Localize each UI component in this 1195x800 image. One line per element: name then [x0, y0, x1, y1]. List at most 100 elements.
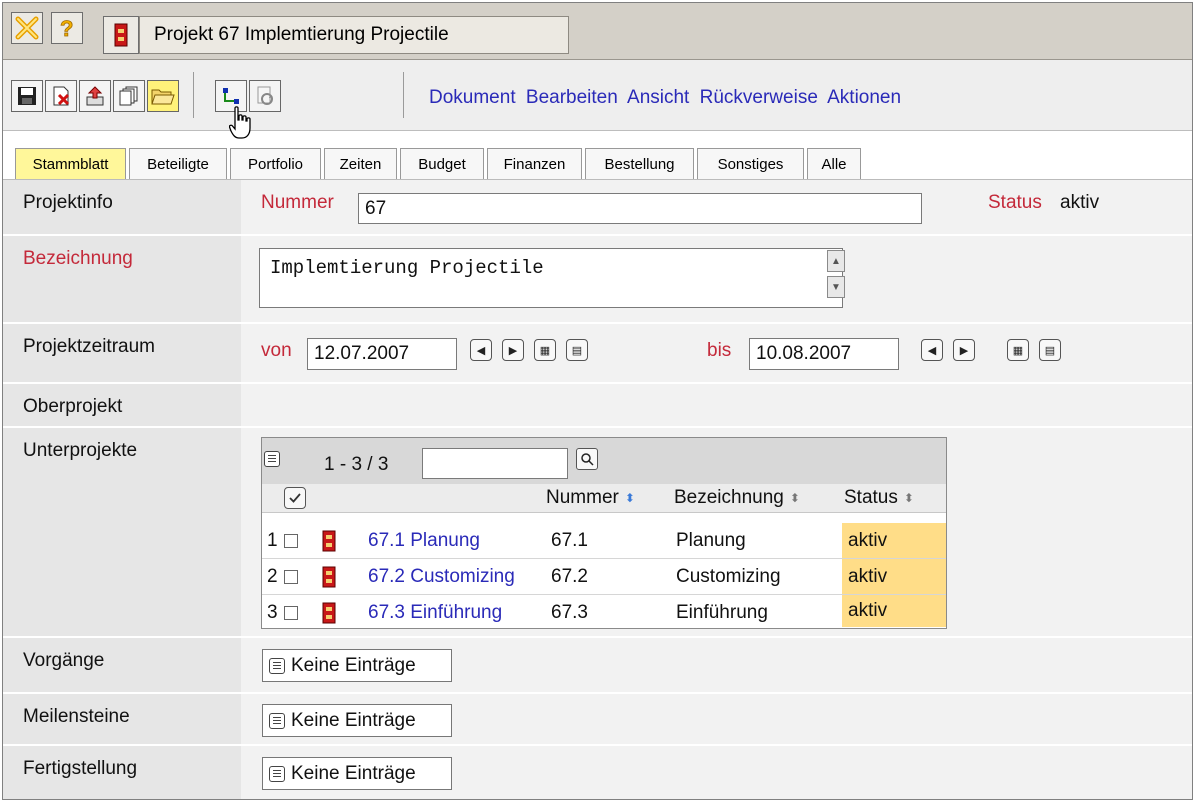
menu-rueckverweise[interactable]: Rückverweise [700, 87, 818, 108]
menu-dokument[interactable]: Dokument [429, 87, 516, 108]
export-icon[interactable] [79, 80, 111, 112]
tab-finanzen[interactable]: Finanzen [487, 148, 582, 179]
vorgaenge-empty-label: Keine Einträge [291, 654, 416, 676]
list-icon [269, 712, 285, 729]
search-icon[interactable] [576, 448, 598, 470]
tab-beteiligte[interactable]: Beteiligte [129, 148, 227, 179]
project-folder-icon [322, 595, 336, 630]
sort-icon[interactable]: ⬍ [623, 491, 637, 505]
bis-next-icon[interactable]: ▶ [953, 339, 975, 361]
tab-budget[interactable]: Budget [400, 148, 484, 179]
von-next-icon[interactable]: ▶ [502, 339, 524, 361]
scroll-down-icon[interactable]: ▼ [827, 276, 845, 298]
list-icon [269, 765, 285, 782]
row-oberprojekt: Oberprojekt [3, 384, 1192, 428]
menu-bearbeiten[interactable]: Bearbeiten [526, 87, 618, 108]
sort-icon[interactable]: ⬍ [788, 491, 802, 505]
textarea-scrollbar[interactable]: ▲ ▼ [827, 250, 845, 298]
label-oberprojekt: Oberprojekt [3, 384, 241, 426]
row-checkbox[interactable] [284, 523, 298, 558]
window-title: Projekt 67 Implemtierung Projectile [154, 24, 449, 45]
copy-icon[interactable] [113, 80, 145, 112]
toolbar: Dokument Bearbeiten Ansicht Rückverweise… [3, 60, 1192, 131]
tab-zeiten[interactable]: Zeiten [324, 148, 397, 179]
table-header-row: Nummer ⬍ Bezeichnung ⬍ Status ⬍ [262, 484, 946, 513]
tab-bestellung[interactable]: Bestellung [585, 148, 694, 179]
cell-bezeichnung: Einführung [676, 601, 768, 623]
tab-stammblatt[interactable]: Stammblatt [15, 148, 126, 179]
open-folder-icon[interactable] [147, 80, 179, 112]
cell-nummer: 67.1 [551, 529, 588, 551]
select-all-checkbox-icon[interactable] [284, 487, 306, 509]
scroll-up-icon[interactable]: ▲ [827, 250, 845, 272]
subproject-link[interactable]: 67.2 Customizing [368, 559, 515, 594]
fertigstellung-empty-button[interactable]: Keine Einträge [262, 757, 452, 790]
subproject-link[interactable]: 67.1 Planung [368, 523, 480, 558]
title-bar: ? Projekt 67 Implemtierung Projectile [3, 3, 1192, 60]
label-unterprojekte: Unterprojekte [3, 428, 241, 636]
save-icon[interactable] [11, 80, 43, 112]
table-row: 1 67.1 Planung 67.1 Planung aktiv [262, 523, 946, 559]
col-header-bezeichnung[interactable]: Bezeichnung ⬍ [674, 484, 802, 512]
row-projektzeitraum: Projektzeitraum von 12.07.2007 ◀ ▶ ▦ ▤ b… [3, 324, 1192, 384]
bis-calendar-icon[interactable]: ▦ [1007, 339, 1029, 361]
label-vorgaenge: Vorgänge [3, 638, 241, 692]
project-folder-icon [322, 523, 336, 558]
von-date-input[interactable]: 12.07.2007 [307, 338, 457, 370]
table-filter-input[interactable] [422, 448, 568, 479]
help-icon[interactable]: ? [51, 12, 83, 44]
label-bis: bis [707, 340, 732, 361]
window-title-box: Projekt 67 Implemtierung Projectile [139, 16, 569, 54]
col-header-status[interactable]: Status ⬍ [844, 484, 916, 512]
row-meilensteine: Meilensteine [3, 694, 1192, 746]
label-fertigstellung: Fertigstellung [3, 746, 241, 799]
vorgaenge-empty-button[interactable]: Keine Einträge [262, 649, 452, 682]
meilensteine-empty-label: Keine Einträge [291, 709, 416, 731]
von-calendar-alt-icon[interactable]: ▤ [566, 339, 588, 361]
col-header-nummer[interactable]: Nummer ⬍ [546, 484, 637, 512]
tab-portfolio[interactable]: Portfolio [230, 148, 321, 179]
meilensteine-empty-button[interactable]: Keine Einträge [262, 704, 452, 737]
close-icon[interactable] [11, 12, 43, 44]
bis-calendar-alt-icon[interactable]: ▤ [1039, 339, 1061, 361]
von-calendar-icon[interactable]: ▦ [534, 339, 556, 361]
col-header-nummer-label: Nummer [546, 487, 619, 508]
row-projektinfo: Projektinfo Nummer 67 Status aktiv [3, 180, 1192, 236]
pagination-range: 1 - 3 / 3 [324, 454, 389, 475]
cell-nummer: 67.3 [551, 601, 588, 623]
bezeichnung-textarea[interactable]: Implemtierung Projectile [259, 248, 843, 308]
bis-date-input[interactable]: 10.08.2007 [749, 338, 899, 370]
tab-sonstiges[interactable]: Sonstiges [697, 148, 804, 179]
value-bezeichnung: Implemtierung Projectile ▲ ▼ [241, 236, 1192, 322]
toolbar-separator [403, 72, 404, 118]
value-oberprojekt [241, 384, 1192, 426]
project-folder-icon [103, 16, 139, 54]
label-meilensteine: Meilensteine [3, 694, 241, 744]
label-nummer: Nummer [261, 192, 334, 213]
row-checkbox[interactable] [284, 559, 298, 594]
status-value: aktiv [1060, 192, 1100, 213]
cell-bezeichnung: Planung [676, 529, 746, 551]
tab-bar: Stammblatt Beteiligte Portfolio Zeiten B… [3, 131, 1192, 180]
menu-aktionen[interactable]: Aktionen [827, 87, 901, 108]
table-row: 2 67.2 Customizing 67.2 Customizing akti… [262, 559, 946, 595]
list-icon[interactable] [264, 451, 280, 467]
von-prev-icon[interactable]: ◀ [470, 339, 492, 361]
menu-ansicht[interactable]: Ansicht [627, 87, 689, 108]
toolbar-separator [193, 72, 194, 118]
col-header-bezeichnung-label: Bezeichnung [674, 487, 784, 508]
cell-status: aktiv [842, 523, 946, 558]
bis-prev-icon[interactable]: ◀ [921, 339, 943, 361]
nummer-input[interactable]: 67 [358, 193, 922, 224]
row-index: 1 [267, 529, 278, 551]
subproject-link[interactable]: 67.3 Einführung [368, 595, 502, 630]
application-window: ? Projekt 67 Implemtierung Projectile Do… [2, 2, 1193, 800]
row-bezeichnung: Bezeichnung Implemtierung Projectile ▲ ▼ [3, 236, 1192, 324]
row-checkbox[interactable] [284, 595, 298, 630]
delete-document-icon[interactable] [45, 80, 77, 112]
label-bezeichnung: Bezeichnung [3, 236, 241, 322]
tab-alle[interactable]: Alle [807, 148, 861, 179]
project-folder-icon [322, 559, 336, 594]
row-index: 3 [267, 601, 278, 623]
sort-icon[interactable]: ⬍ [902, 491, 916, 505]
